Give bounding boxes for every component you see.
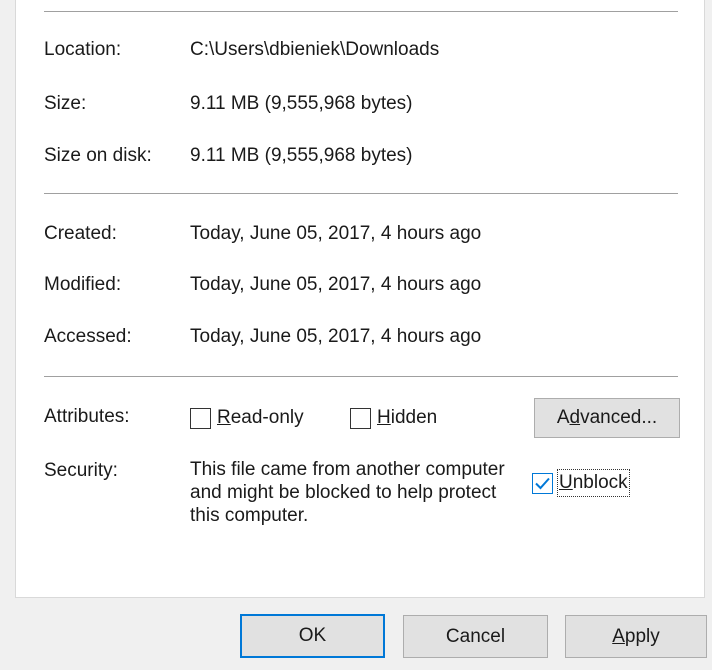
unblock-checkbox-label: Unblock: [557, 469, 630, 497]
unblock-checkbox-box[interactable]: [532, 472, 553, 494]
hidden-checkbox-label: Hidden: [377, 407, 438, 428]
advanced-button[interactable]: Ad vanced...: [534, 398, 680, 438]
hidden-checkbox[interactable]: Hidden: [350, 406, 437, 430]
security-message: This file came from another computer and…: [190, 459, 505, 526]
separator-size: [44, 193, 678, 194]
security-label: Security:: [44, 460, 118, 481]
accessed-value: Today, June 05, 2017, 4 hours ago: [190, 326, 482, 347]
separator-top: [44, 11, 678, 12]
size-on-disk-value: 9.11 MB (9,555,968 bytes): [190, 145, 413, 166]
size-value: 9.11 MB (9,555,968 bytes): [190, 93, 413, 114]
readonly-checkbox-box[interactable]: [190, 407, 211, 429]
readonly-checkbox[interactable]: Read-only: [190, 406, 304, 430]
created-value: Today, June 05, 2017, 4 hours ago: [190, 223, 482, 244]
readonly-checkbox-label: Read-only: [217, 407, 304, 428]
accessed-label: Accessed:: [44, 326, 132, 347]
location-value: C:\Users\dbieniek\Downloads: [190, 39, 440, 60]
created-label: Created:: [44, 223, 117, 244]
checkmark-icon: [535, 477, 550, 489]
cancel-button[interactable]: Cancel: [403, 615, 548, 658]
separator-dates: [44, 376, 678, 377]
size-label: Size:: [44, 93, 87, 114]
size-on-disk-label: Size on disk:: [44, 145, 152, 166]
ok-button[interactable]: OK: [240, 614, 385, 658]
unblock-checkbox[interactable]: Unblock: [532, 469, 630, 497]
modified-value: Today, June 05, 2017, 4 hours ago: [190, 274, 482, 295]
modified-label: Modified:: [44, 274, 122, 295]
hidden-checkbox-box[interactable]: [350, 407, 371, 429]
apply-button[interactable]: Apply: [565, 615, 707, 658]
attributes-label: Attributes:: [44, 406, 130, 427]
location-label: Location:: [44, 39, 122, 60]
